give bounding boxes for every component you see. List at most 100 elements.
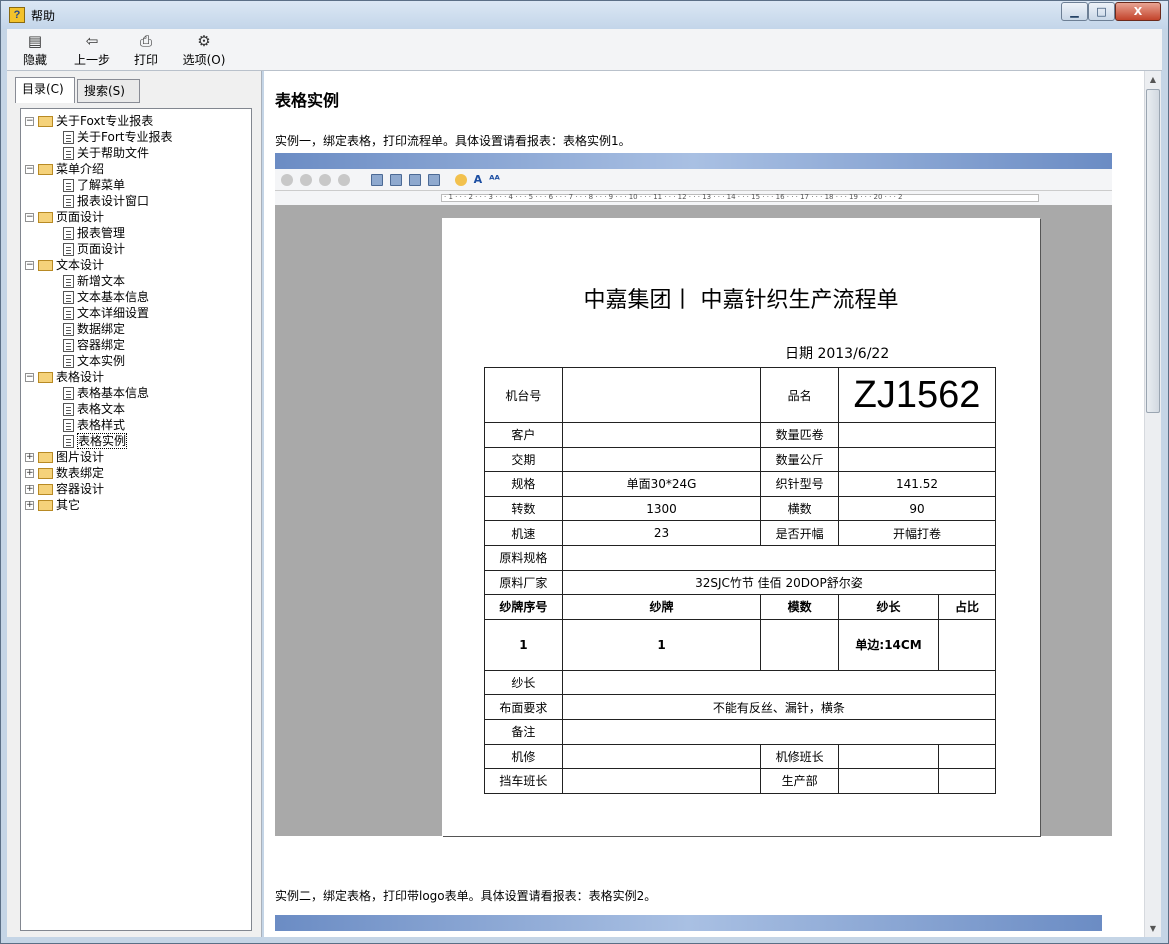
tree-book-item[interactable]: − 关于Foxt专业报表 [25, 113, 172, 129]
collapse-icon[interactable]: − [25, 213, 34, 222]
book-folder-icon [38, 372, 53, 383]
collapse-icon[interactable]: − [25, 117, 34, 126]
tree-topic-item[interactable]: 报表管理 [25, 225, 172, 241]
document-icon [63, 243, 74, 256]
cell-empty [838, 743, 939, 770]
cell-empty [561, 743, 762, 770]
cell-qty-kg: 数量公斤 [760, 446, 840, 473]
minimize-button[interactable]: ▁ [1061, 2, 1088, 21]
back-button[interactable]: ⇦ 上一步 [65, 32, 119, 68]
help-window: ? 帮助 ▁ □ X ▤ 隐藏 ⇦ 上一步 ⎙ 打印 ⚙ 选项(O) 目录(C)… [0, 0, 1169, 944]
tree-topic-item[interactable]: 数据绑定 [25, 321, 172, 337]
document-icon [63, 403, 74, 416]
cell-material-spec: 原料规格 [484, 544, 563, 571]
maximize-button[interactable]: □ [1088, 2, 1115, 21]
tree-topic-item[interactable]: 表格文本 [25, 401, 172, 417]
tree-book-item[interactable]: + 图片设计 [25, 449, 172, 465]
hide-label: 隐藏 [22, 53, 47, 67]
tree-item-label: 表格实例 [77, 433, 128, 449]
tree-topic-item[interactable]: 报表设计窗口 [25, 193, 172, 209]
tree-book-item[interactable]: − 表格设计 [25, 369, 172, 385]
tree-item-label: 容器设计 [56, 482, 105, 496]
tree-topic-item[interactable]: 文本详细设置 [25, 305, 172, 321]
tree-item-label: 图片设计 [56, 450, 105, 464]
tree-book-item[interactable]: − 菜单介绍 [25, 161, 172, 177]
close-button[interactable]: X [1115, 2, 1161, 21]
help-app-icon: ? [9, 7, 25, 23]
table-row: 规格 单面30*24G 织针型号 141.52 [484, 471, 996, 497]
tree-topic-item[interactable]: 容器绑定 [25, 337, 172, 353]
expand-icon[interactable]: + [25, 453, 34, 462]
expand-icon[interactable]: + [25, 501, 34, 510]
tab-search[interactable]: 搜索(S) [77, 79, 140, 103]
hide-button[interactable]: ▤ 隐藏 [10, 32, 60, 68]
font-a-icon: A [473, 173, 483, 186]
tree-topic-item[interactable]: 页面设计 [25, 241, 172, 257]
hide-icon: ▤ [27, 32, 43, 50]
cell-cross: 横数 [760, 495, 840, 522]
scroll-thumb[interactable] [1146, 89, 1160, 413]
cell-prod-dept: 生产部 [760, 768, 840, 794]
collapse-icon[interactable]: − [25, 165, 34, 174]
tree-item-label: 文本基本信息 [77, 290, 150, 304]
cell-empty [561, 446, 762, 473]
page-heading: 表格实例 [275, 91, 340, 110]
table-row: 转数 1300 横数 90 [484, 495, 996, 522]
tree-item-label: 数表绑定 [56, 466, 105, 480]
tree-item-label: 页面设计 [77, 242, 126, 256]
tree-topic-item[interactable]: 新增文本 [25, 273, 172, 289]
cell-spec-value: 单面30*24G [561, 471, 762, 497]
table-row: 1 1 单边:14CM [484, 618, 996, 671]
tree-book-item[interactable]: + 数表绑定 [25, 465, 172, 481]
print-label: 打印 [133, 53, 158, 67]
cell-speed-value: 23 [561, 520, 762, 546]
title-bar: ? 帮助 ▁ □ X [1, 1, 1168, 29]
tree-book-item[interactable]: − 页面设计 [25, 209, 172, 225]
vertical-scrollbar[interactable]: ▲ ▼ [1144, 71, 1161, 937]
tree-book-item[interactable]: − 文本设计 [25, 257, 172, 273]
cell-empty [561, 768, 762, 794]
options-icon: ⚙ [197, 32, 211, 50]
tree-item-label: 新增文本 [77, 274, 126, 288]
save-icon [389, 174, 402, 186]
report-page: 中嘉集团丨 中嘉针织生产流程单 日期 2013/6/22 机台号 品名 ZJ15… [442, 218, 1040, 836]
tree-item-label: 关于Foxt专业报表 [56, 114, 154, 128]
cell-material-maker: 原料厂家 [484, 569, 563, 596]
toolbar: ▤ 隐藏 ⇦ 上一步 ⎙ 打印 ⚙ 选项(O) [7, 29, 1162, 71]
print-button[interactable]: ⎙ 打印 [121, 32, 171, 68]
options-label: 选项(O) [182, 53, 226, 67]
cell-shift-lead: 挡车班长 [484, 768, 563, 794]
tree-item-label: 文本设计 [56, 258, 105, 272]
cell-machine-no: 机台号 [484, 367, 563, 423]
expand-icon[interactable]: + [25, 485, 34, 494]
cell-cloth-req: 布面要求 [484, 694, 563, 720]
document-icon [63, 291, 74, 304]
tree-topic-item[interactable]: 了解菜单 [25, 177, 172, 193]
collapse-icon[interactable]: − [25, 373, 34, 382]
cell-yarn-len2: 纱长 [484, 669, 563, 696]
preview-titlebar [275, 153, 1112, 169]
tree-topic-item[interactable]: 关于帮助文件 [25, 145, 172, 161]
tab-contents[interactable]: 目录(C) [15, 77, 75, 103]
scroll-up-icon[interactable]: ▲ [1145, 71, 1161, 88]
cell-empty [760, 618, 840, 671]
tree-item-label: 报表管理 [77, 226, 126, 240]
cell-product-name: 品名 [760, 367, 840, 423]
collapse-icon[interactable]: − [25, 261, 34, 270]
cell-remark: 备注 [484, 718, 563, 745]
tree-topic-item[interactable]: 关于Fort专业报表 [25, 129, 172, 145]
tree-book-item[interactable]: + 其它 [25, 497, 172, 513]
tree-topic-item[interactable]: 表格样式 [25, 417, 172, 433]
next-page-icon [319, 174, 331, 186]
tree-topic-item[interactable]: 文本基本信息 [25, 289, 172, 305]
cell-cloth-req-value: 不能有反丝、漏针，横条 [561, 694, 997, 720]
scroll-down-icon[interactable]: ▼ [1145, 920, 1161, 937]
tree-book-item[interactable]: + 容器设计 [25, 481, 172, 497]
tree-topic-item[interactable]: 表格基本信息 [25, 385, 172, 401]
document-icon [63, 275, 74, 288]
options-button[interactable]: ⚙ 选项(O) [175, 32, 233, 68]
expand-icon[interactable]: + [25, 469, 34, 478]
tree-topic-item[interactable]: 文本实例 [25, 353, 172, 369]
tree-topic-item[interactable]: 表格实例 [25, 433, 172, 449]
document-icon [63, 227, 74, 240]
